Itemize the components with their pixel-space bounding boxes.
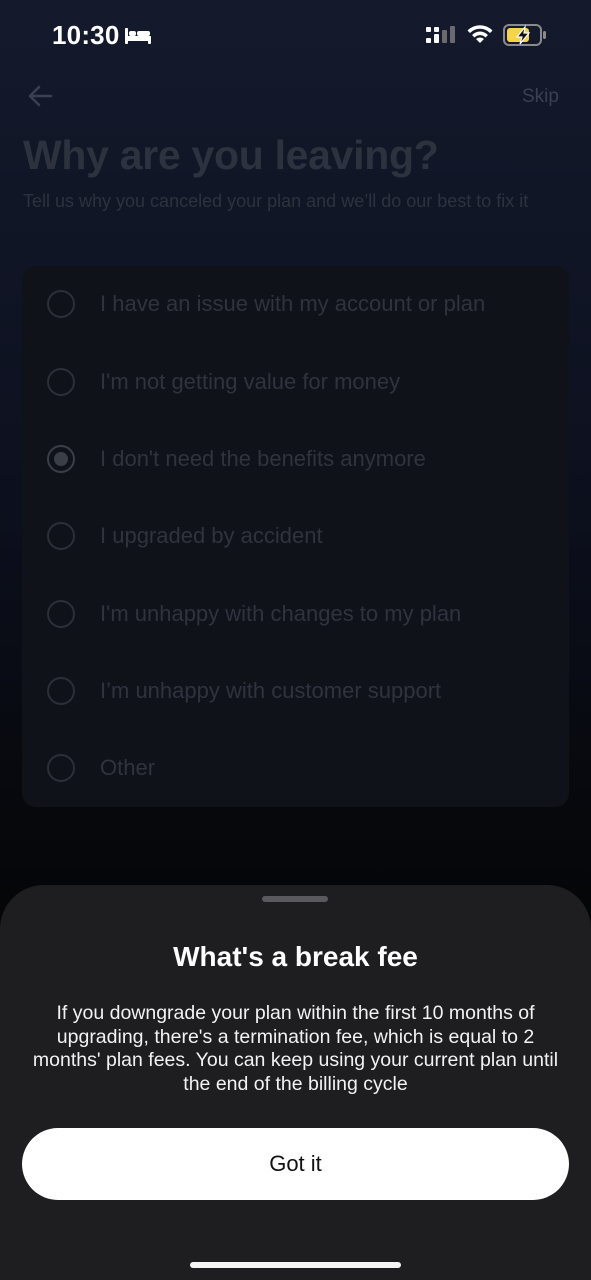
radio-button[interactable] [47, 754, 75, 782]
sheet-body-text: If you downgrade your plan within the fi… [32, 1002, 559, 1095]
option-label: I'm unhappy with changes to my plan [100, 601, 462, 626]
signal-icon [426, 26, 455, 43]
radio-button[interactable] [47, 290, 75, 318]
status-time: 10:30 [52, 20, 120, 50]
reason-option-upgraded-by-accident[interactable]: I upgraded by accident [22, 500, 569, 572]
wifi-icon [467, 25, 493, 43]
radio-button-selected[interactable] [47, 445, 75, 473]
option-label: I have an issue with my account or plan [100, 291, 486, 316]
option-label: I upgraded by accident [100, 523, 323, 548]
arrow-left-icon[interactable] [26, 82, 54, 110]
screen: 10:30 Skip Why are you leaving? Tell us … [0, 0, 591, 1280]
bed-icon [125, 28, 151, 44]
battery-charging-icon [503, 24, 546, 46]
page-subtitle: Tell us why you canceled your plan and w… [23, 191, 529, 211]
reason-option-other[interactable]: Other [22, 732, 569, 804]
home-indicator[interactable] [190, 1262, 401, 1268]
radio-button[interactable] [47, 600, 75, 628]
got-it-button[interactable]: Got it [22, 1128, 569, 1200]
option-label: I’m unhappy with customer support [100, 678, 442, 703]
radio-button[interactable] [47, 522, 75, 550]
option-label: Other [100, 755, 156, 780]
reason-option-plan-changes[interactable]: I'm unhappy with changes to my plan [22, 578, 569, 650]
reason-option-customer-support[interactable]: I’m unhappy with customer support [22, 655, 569, 727]
reason-option-dont-need-benefits[interactable]: I don't need the benefits anymore [22, 423, 569, 495]
option-label: I'm not getting value for money [100, 369, 401, 394]
break-fee-bottom-sheet: What's a break fee If you downgrade your… [0, 885, 591, 1280]
reason-option-value-for-money[interactable]: I'm not getting value for money [22, 346, 569, 418]
reason-option-account-issue[interactable]: I have an issue with my account or plan [22, 268, 569, 340]
page-title: Why are you leaving? [23, 132, 439, 178]
status-bar: 10:30 [0, 0, 591, 70]
reason-options-list: I have an issue with my account or plan … [22, 266, 569, 807]
radio-button[interactable] [47, 368, 75, 396]
radio-button[interactable] [47, 677, 75, 705]
sheet-title: What's a break fee [173, 941, 418, 972]
option-label: I don't need the benefits anymore [100, 446, 426, 471]
skip-button[interactable]: Skip [522, 86, 559, 108]
sheet-grabber[interactable] [262, 896, 328, 902]
